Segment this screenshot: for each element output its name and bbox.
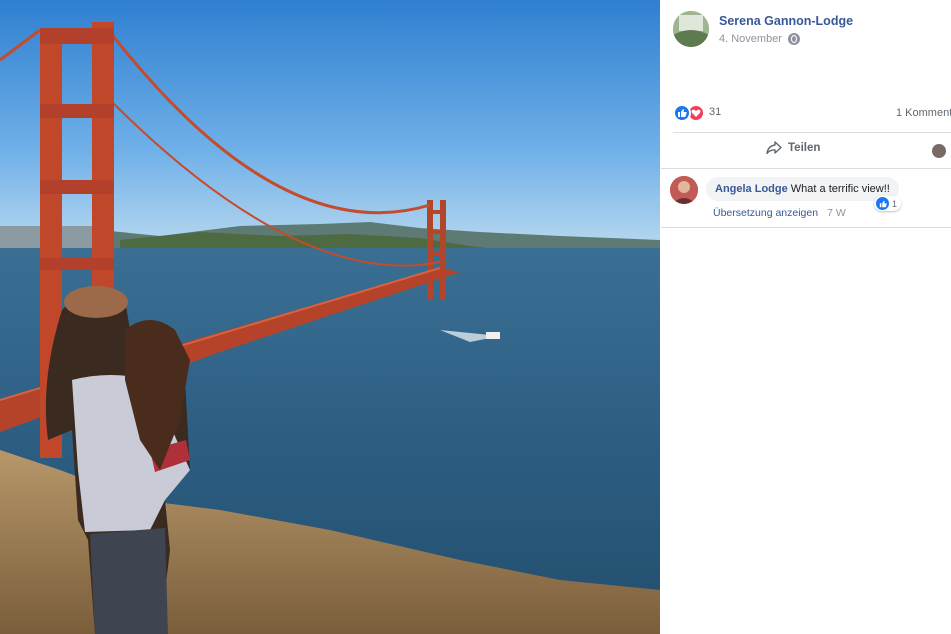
comment-actions: Übersetzung anzeigen 7 W: [713, 207, 846, 219]
translate-link[interactable]: Übersetzung anzeigen: [713, 207, 818, 219]
commenter-avatar[interactable]: [670, 176, 698, 204]
comment-like-count: 1: [892, 198, 898, 209]
reactions-row: 31 1 Kommentar: [673, 104, 951, 124]
globe-icon: [787, 33, 800, 45]
golden-gate-photo: [0, 0, 660, 634]
divider: [673, 132, 951, 133]
comment-author[interactable]: Angela Lodge: [715, 183, 788, 195]
comment-time[interactable]: 7 W: [827, 207, 846, 219]
share-button[interactable]: Teilen: [766, 141, 820, 155]
share-label: Teilen: [788, 142, 821, 154]
post-meta: 4. November: [719, 33, 800, 45]
like-icon[interactable]: [673, 104, 691, 122]
share-icon: [766, 141, 782, 155]
reaction-count[interactable]: 31: [709, 106, 721, 118]
comment-reaction-badge[interactable]: 1: [874, 196, 902, 211]
comment-bubble: Angela Lodge What a terrific view!!: [706, 177, 899, 201]
author-name[interactable]: Serena Gannon-Lodge: [719, 14, 853, 28]
divider: [661, 168, 951, 169]
post-photo[interactable]: [0, 0, 660, 634]
post-date[interactable]: 4. November: [719, 33, 782, 45]
comments-count[interactable]: 1 Kommentar: [896, 107, 951, 119]
divider: [661, 227, 951, 228]
like-icon: [876, 197, 889, 210]
viewer-avatar[interactable]: [932, 144, 946, 158]
author-avatar[interactable]: [673, 11, 709, 47]
comment: Angela Lodge What a terrific view!! 1 Üb…: [670, 176, 951, 222]
comment-text: What a terrific view!!: [790, 183, 890, 195]
post-sidebar: Serena Gannon-Lodge 4. November 31 1 Kom…: [661, 0, 951, 634]
post-header: Serena Gannon-Lodge 4. November: [673, 11, 951, 51]
